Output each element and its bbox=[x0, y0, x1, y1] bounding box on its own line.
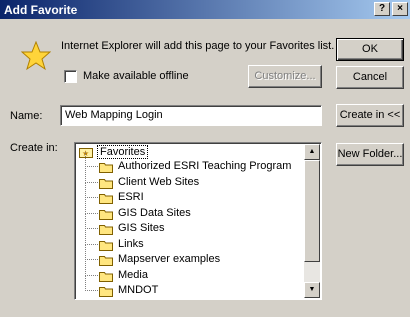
offline-checkbox-label[interactable]: Make available offline bbox=[83, 70, 189, 82]
tree-folder-label: Links bbox=[118, 237, 144, 250]
folder-icon bbox=[99, 256, 113, 266]
name-input-value: Web Mapping Login bbox=[65, 109, 163, 121]
tree-connector bbox=[85, 152, 98, 167]
tree-connector bbox=[85, 183, 98, 198]
help-button[interactable]: ? bbox=[374, 2, 390, 16]
folder-icon bbox=[99, 240, 113, 251]
scroll-up-button[interactable]: ▲ bbox=[304, 144, 320, 160]
tree-connector bbox=[85, 276, 98, 291]
folder-icon bbox=[99, 194, 113, 204]
tree-connector bbox=[85, 245, 98, 260]
close-button[interactable]: × bbox=[392, 2, 408, 16]
tree-connector bbox=[85, 214, 98, 229]
add-favorite-dialog: Add Favorite ? × Internet Explorer will … bbox=[0, 0, 410, 317]
name-label: Name: bbox=[10, 110, 43, 122]
scroll-thumb[interactable] bbox=[304, 160, 320, 262]
tree-connector bbox=[85, 198, 98, 214]
tree-folder-label: GIS Data Sites bbox=[118, 206, 191, 219]
new-folder-button[interactable]: New Folder... bbox=[336, 143, 404, 166]
tree-folder-label: ESRI bbox=[118, 191, 144, 203]
folder-icon bbox=[99, 209, 113, 220]
customize-button: Customize... bbox=[248, 65, 322, 88]
folder-icon bbox=[99, 163, 113, 173]
ok-button[interactable]: OK bbox=[336, 38, 404, 61]
tree-folder-label: MNDOT bbox=[118, 284, 159, 296]
scroll-down-button[interactable]: ▼ bbox=[304, 282, 320, 298]
tree-folder-label: Mapserver examples bbox=[118, 253, 221, 265]
tree-root-label: Favorites bbox=[97, 145, 149, 159]
create-in-button[interactable]: Create in << bbox=[336, 104, 404, 127]
info-message: Internet Explorer will add this page to … bbox=[61, 40, 335, 52]
tree-folder-label: Media bbox=[118, 268, 148, 281]
folder-icon bbox=[99, 178, 113, 189]
offline-checkbox[interactable] bbox=[64, 70, 77, 83]
tree-folder-label: Authorized ESRI Teaching Program bbox=[118, 160, 292, 172]
tree-folder-label: Client Web Sites bbox=[118, 175, 200, 188]
window-title: Add Favorite bbox=[4, 3, 78, 17]
tree-scrollbar[interactable]: ▲ ▼ bbox=[304, 144, 320, 298]
tree-connector bbox=[85, 229, 98, 245]
tree-folder-label: GIS Sites bbox=[118, 222, 165, 234]
tree-connector bbox=[85, 260, 98, 276]
title-bar: Add Favorite ? × bbox=[0, 0, 410, 19]
cancel-button[interactable]: Cancel bbox=[336, 66, 404, 89]
star-icon bbox=[21, 41, 51, 71]
folder-icon bbox=[99, 287, 113, 297]
folder-icon bbox=[99, 271, 113, 282]
name-input[interactable]: Web Mapping Login bbox=[60, 105, 322, 126]
folder-tree[interactable]: ★ Favorites Authorized ESRI Teaching Pro… bbox=[74, 142, 322, 300]
folder-icon bbox=[99, 225, 113, 235]
create-in-label: Create in: bbox=[10, 142, 58, 154]
tree-connector bbox=[85, 167, 98, 183]
folder-tree-list: ★ Favorites Authorized ESRI Teaching Pro… bbox=[75, 143, 303, 299]
